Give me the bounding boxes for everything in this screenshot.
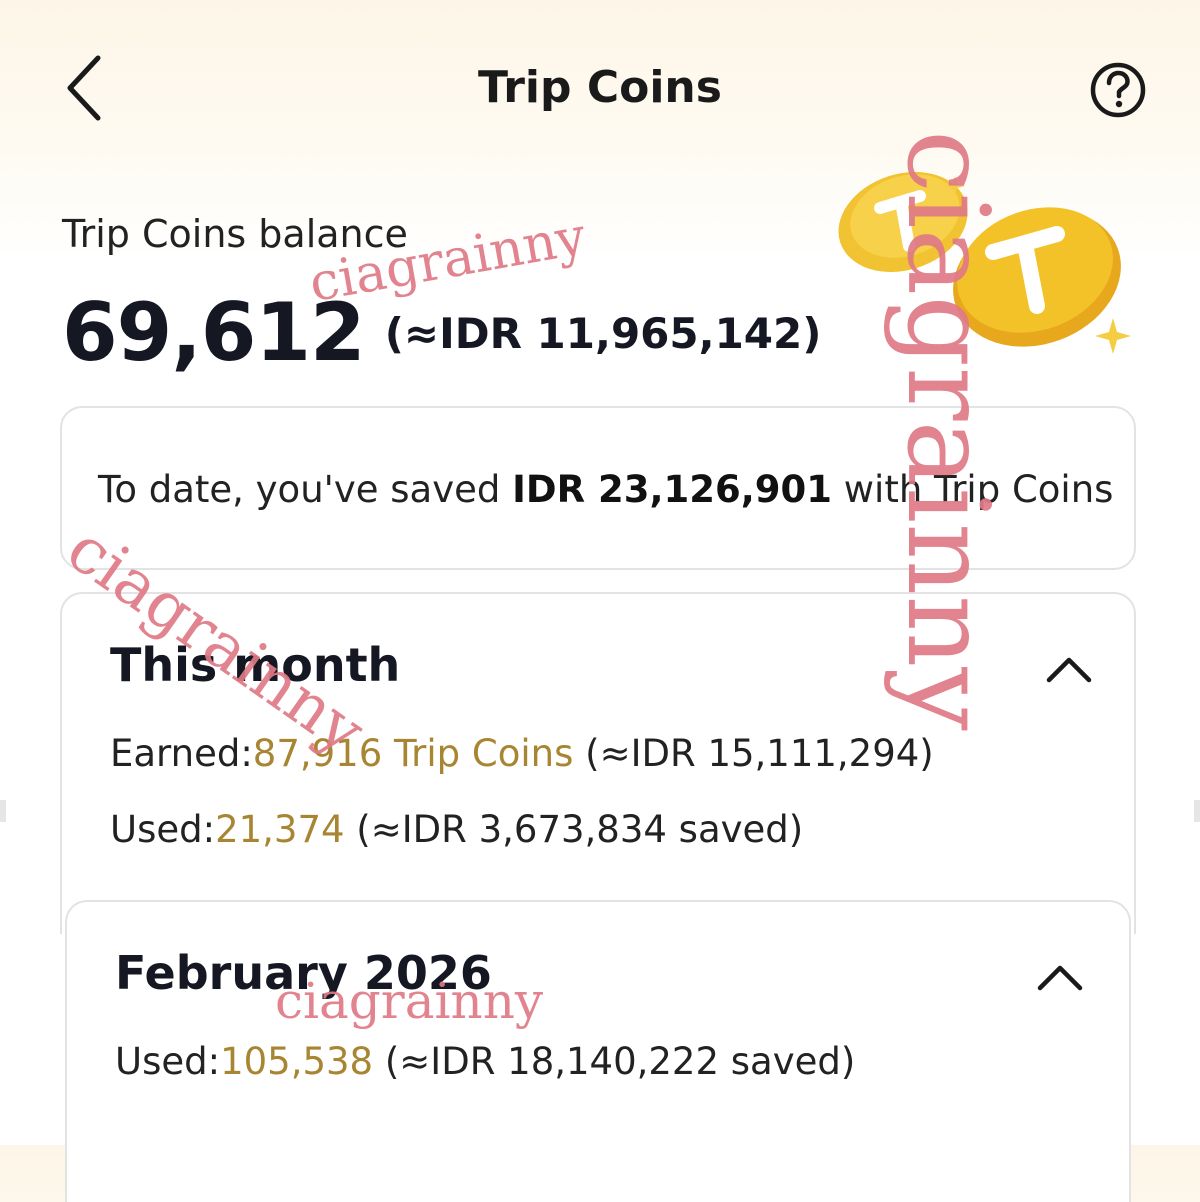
watermark: ciagrainny <box>275 972 544 1030</box>
used-label: Used: <box>110 808 216 851</box>
february-used-line: Used:105,538 (≈IDR 18,140,222 saved) <box>115 1040 855 1083</box>
chevron-up-icon[interactable] <box>1035 958 1085 994</box>
used-value: 21,374 <box>215 808 345 851</box>
savings-amount: IDR 23,126,901 <box>512 468 833 511</box>
help-button[interactable] <box>1088 60 1148 120</box>
balance-idr-equivalent: (≈IDR 11,965,142) <box>384 309 822 358</box>
february-used-label: Used: <box>115 1040 221 1083</box>
february-used-idr: (≈IDR 18,140,222 saved) <box>373 1040 856 1083</box>
february-card: February 2026 Used:105,538 (≈IDR 18,140,… <box>65 900 1131 1202</box>
used-idr: (≈IDR 3,673,834 saved) <box>344 808 804 851</box>
savings-prefix: To date, you've saved <box>98 468 513 511</box>
question-circle-icon <box>1090 62 1146 118</box>
page-title: Trip Coins <box>478 62 722 113</box>
used-line: Used:21,374 (≈IDR 3,673,834 saved) <box>110 808 803 851</box>
scroll-edge-left <box>0 800 6 822</box>
balance-row: 69,612 (≈IDR 11,965,142) <box>62 286 821 379</box>
earned-line: Earned:87,916 Trip Coins (≈IDR 15,111,29… <box>110 732 934 775</box>
earned-idr: (≈IDR 15,111,294) <box>573 732 934 775</box>
chevron-up-icon[interactable] <box>1044 650 1094 686</box>
watermark: ciagrainny <box>882 130 1012 731</box>
scroll-edge-right <box>1194 800 1200 822</box>
earned-label: Earned: <box>110 732 253 775</box>
february-used-value: 105,538 <box>220 1040 374 1083</box>
